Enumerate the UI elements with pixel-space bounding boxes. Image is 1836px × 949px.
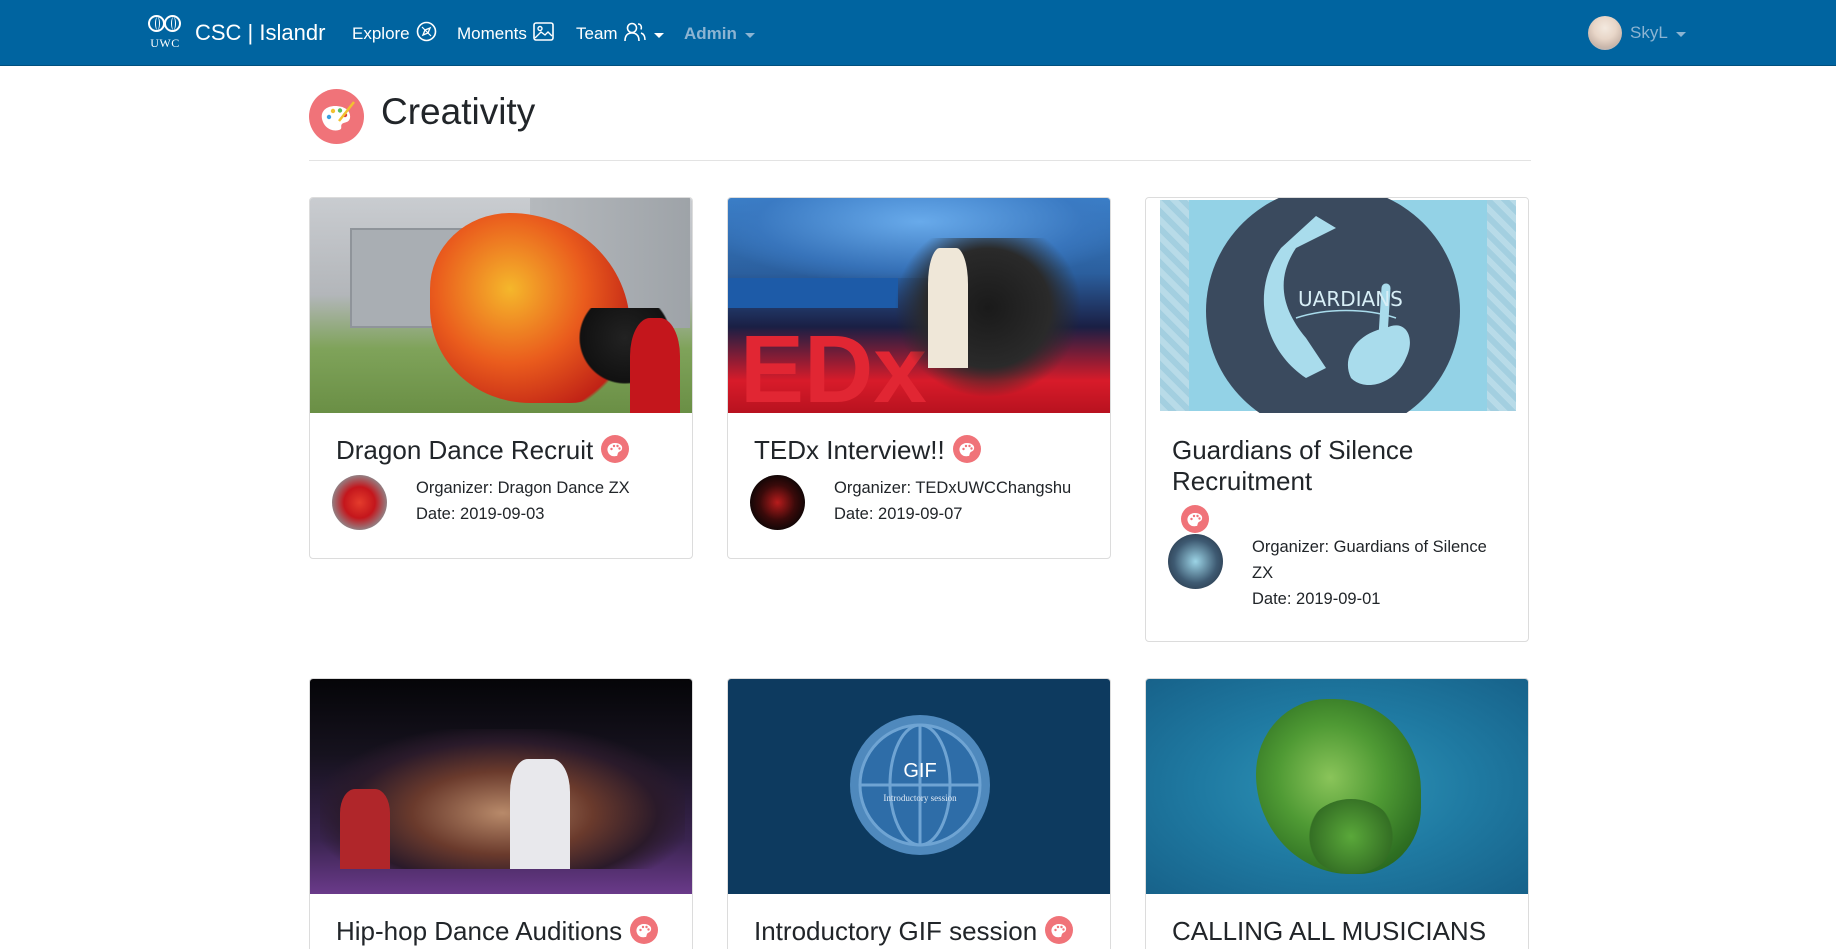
event-card[interactable]: CALLING ALL MUSICIANS	[1145, 678, 1529, 949]
event-meta: Organizer: Dragon Dance ZX Date: 2019-09…	[416, 475, 630, 527]
user-menu-dropdown[interactable]: SkyL	[1588, 16, 1686, 50]
nav-team-label: Team	[576, 24, 618, 43]
event-meta: Organizer: Guardians of Silence ZX Date:…	[1252, 534, 1512, 612]
palette-icon	[1181, 505, 1209, 533]
event-date: Date: 2019-09-07	[834, 505, 963, 523]
nav-admin-dropdown[interactable]: Admin	[684, 20, 755, 48]
organizer-avatar[interactable]	[1168, 534, 1223, 589]
top-navbar: UWC CSC | Islandr Explore Moments Team A…	[0, 0, 1836, 66]
event-image[interactable]: UARDIANS	[1146, 198, 1528, 413]
guardians-image-text: UARDIANS	[1298, 287, 1403, 311]
nav-moments[interactable]: Moments	[457, 20, 554, 48]
nav-moments-label: Moments	[457, 24, 527, 43]
nav-team-dropdown[interactable]: Team	[576, 20, 664, 48]
event-title[interactable]: CALLING ALL MUSICIANS	[1172, 916, 1486, 947]
category-title: Creativity	[381, 91, 536, 132]
event-title-text: Guardians of Silence Recruitment	[1172, 435, 1414, 496]
organizer-avatar[interactable]	[332, 475, 387, 530]
palette-icon	[309, 89, 364, 144]
chevron-down-icon	[1675, 31, 1686, 37]
event-image[interactable]	[310, 198, 692, 413]
event-date: Date: 2019-09-01	[1252, 590, 1381, 608]
brand-link[interactable]: UWC CSC | Islandr	[147, 14, 325, 52]
uwc-logo-icon: UWC	[147, 14, 183, 52]
users-icon	[623, 21, 646, 47]
palette-icon	[601, 435, 630, 464]
event-title[interactable]: Guardians of Silence Recruitment	[1172, 435, 1502, 497]
organizer-avatar[interactable]	[750, 475, 805, 530]
gif-image-subtitle: Introductory session	[883, 793, 957, 803]
event-title-text: Introductory GIF session	[754, 916, 1038, 946]
event-organizer: Organizer: TEDxUWCChangshu	[834, 479, 1072, 497]
palette-icon	[952, 435, 981, 464]
event-card[interactable]: UARDIANS Guardians of Silence Recruitmen…	[1145, 197, 1529, 642]
user-avatar	[1588, 16, 1622, 50]
palette-icon	[1045, 916, 1074, 945]
event-organizer: Organizer: Dragon Dance ZX	[416, 479, 630, 497]
nav-explore[interactable]: Explore	[352, 20, 437, 48]
event-title-text: Hip-hop Dance Auditions	[336, 916, 623, 946]
chevron-down-icon	[653, 32, 664, 38]
event-title[interactable]: TEDx Interview!!	[754, 435, 981, 466]
event-title-text: Dragon Dance Recruit	[336, 435, 594, 465]
gif-image-title: GIF	[903, 760, 936, 782]
event-date: Date: 2019-09-03	[416, 505, 545, 523]
event-card[interactable]: Hip-hop Dance Auditions	[309, 678, 693, 949]
event-image[interactable]: EDx	[728, 198, 1110, 413]
event-title[interactable]: Introductory GIF session	[754, 916, 1074, 947]
image-icon	[533, 22, 554, 46]
user-name: SkyL	[1630, 23, 1668, 42]
uwc-logo-text: UWC	[150, 36, 180, 50]
chevron-down-icon	[744, 32, 755, 38]
event-card[interactable]: EDx TEDx Interview!! Organizer: TEDxUWCC…	[727, 197, 1111, 559]
nav-explore-label: Explore	[352, 24, 410, 43]
event-image[interactable]	[310, 679, 692, 894]
compass-icon	[416, 21, 437, 47]
nav-admin-label: Admin	[684, 24, 737, 43]
event-card[interactable]: Dragon Dance Recruit Organizer: Dragon D…	[309, 197, 693, 559]
palette-icon	[630, 916, 659, 945]
event-card[interactable]: GIF Introductory session Introductory GI…	[727, 678, 1111, 949]
event-title[interactable]: Hip-hop Dance Auditions	[336, 916, 659, 947]
event-title-text: TEDx Interview!!	[754, 435, 945, 465]
event-title[interactable]: Dragon Dance Recruit	[336, 435, 630, 466]
event-image[interactable]	[1146, 679, 1528, 894]
event-meta: Organizer: TEDxUWCChangshu Date: 2019-09…	[834, 475, 1071, 527]
event-image[interactable]: GIF Introductory session	[728, 679, 1110, 894]
event-title-text: CALLING ALL MUSICIANS	[1172, 916, 1487, 946]
header-divider	[309, 160, 1531, 161]
event-organizer: Organizer: Guardians of Silence ZX	[1252, 538, 1487, 582]
brand-title: CSC | Islandr	[195, 20, 326, 45]
